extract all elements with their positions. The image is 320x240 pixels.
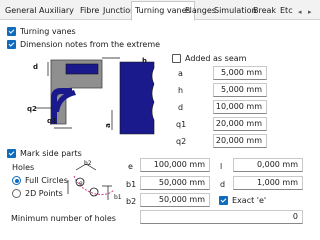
hole-label-b2: b2 xyxy=(126,197,137,206)
hole-b2-input[interactable]: 50,000 mm xyxy=(140,193,210,207)
dim-label-h: h xyxy=(178,86,184,95)
turning-vanes-checkbox[interactable]: Turning vanes xyxy=(7,26,76,37)
dim-label-a: a xyxy=(178,69,183,78)
dim-label-d: d xyxy=(178,103,184,112)
diagram-label-q1: q1 xyxy=(47,117,57,125)
holes-diagram-label-e: e xyxy=(79,180,83,187)
hole-b1-input[interactable]: 50,000 mm xyxy=(140,176,210,190)
full-circles-label: Full Circles xyxy=(25,176,68,185)
tab-break[interactable]: Break xyxy=(251,3,278,20)
hole-d-input[interactable]: 1,000 mm xyxy=(233,176,303,190)
checkbox-box[interactable] xyxy=(7,27,16,36)
turning-vanes-label: Turning vanes xyxy=(20,27,76,36)
hole-label-e: e xyxy=(128,162,133,171)
hole-e-input[interactable]: 100,000 mm xyxy=(140,158,210,172)
tab-fibre[interactable]: Fibre xyxy=(78,3,101,20)
holes-title: Holes xyxy=(12,163,35,172)
holes-diagram-label-b1: b1 xyxy=(114,194,122,201)
added-as-seam-label: Added as seam xyxy=(185,54,247,63)
radio-dot[interactable] xyxy=(12,176,21,185)
full-circles-radio[interactable]: Full Circles xyxy=(12,175,68,186)
2d-points-label: 2D Points xyxy=(25,189,63,198)
diagram-label-a: a xyxy=(103,123,112,128)
holes-group: Holes Full Circles 2D Points xyxy=(6,162,68,200)
dim-label-q2: q2 xyxy=(176,137,187,146)
added-as-seam-checkbox[interactable]: Added as seam xyxy=(172,53,246,64)
hole-label-b1: b1 xyxy=(126,180,137,189)
exact-e-checkbox[interactable]: Exact 'e' xyxy=(219,195,266,206)
exact-e-label: Exact 'e' xyxy=(232,196,267,205)
diagram-label-d: d xyxy=(33,63,39,71)
tab-scroll-left-button[interactable]: ◂ xyxy=(296,4,304,21)
min-holes-label: Minimum number of holes xyxy=(11,214,116,223)
dim-q2-input[interactable]: 20,000 mm xyxy=(213,134,267,148)
radio-dot[interactable] xyxy=(12,189,21,198)
min-holes-input[interactable]: 0 xyxy=(140,210,303,224)
dim-h-input[interactable]: 5,000 mm xyxy=(213,83,267,97)
checkbox-box[interactable] xyxy=(219,196,228,205)
checkbox-box[interactable] xyxy=(172,54,181,63)
diagram-label-q2: q2 xyxy=(27,105,37,113)
checkbox-box[interactable] xyxy=(7,149,16,158)
hole-label-l: l xyxy=(220,162,223,171)
dim-d-input[interactable]: 10,000 mm xyxy=(213,100,267,114)
mark-side-parts-label: Mark side parts xyxy=(20,149,82,158)
tab-etc[interactable]: Etc xyxy=(278,3,295,20)
checkbox-box[interactable] xyxy=(7,40,16,49)
tab-general[interactable]: General xyxy=(3,3,39,20)
dimension-notes-checkbox[interactable]: Dimension notes from the extreme xyxy=(7,39,160,50)
tab-auxiliary[interactable]: Auxiliary xyxy=(37,3,76,20)
dim-a-input[interactable]: 5,000 mm xyxy=(213,66,267,80)
dim-q1-input[interactable]: 20,000 mm xyxy=(213,117,267,131)
dimension-notes-label: Dimension notes from the extreme xyxy=(20,40,161,49)
hole-label-d: d xyxy=(220,180,226,189)
tab-bar: General Auxiliary Fibre Junction Turning… xyxy=(0,0,320,21)
holes-diagram-label-b2: b2 xyxy=(84,160,92,167)
tab-scroll-right-button[interactable]: ▸ xyxy=(306,4,314,21)
diagram-label-h: h xyxy=(142,57,147,65)
mark-side-parts-checkbox[interactable]: Mark side parts xyxy=(7,148,82,159)
2d-points-radio[interactable]: 2D Points xyxy=(12,188,63,199)
dim-label-q1: q1 xyxy=(176,120,187,129)
hole-l-input[interactable]: 0,000 mm xyxy=(233,158,303,172)
